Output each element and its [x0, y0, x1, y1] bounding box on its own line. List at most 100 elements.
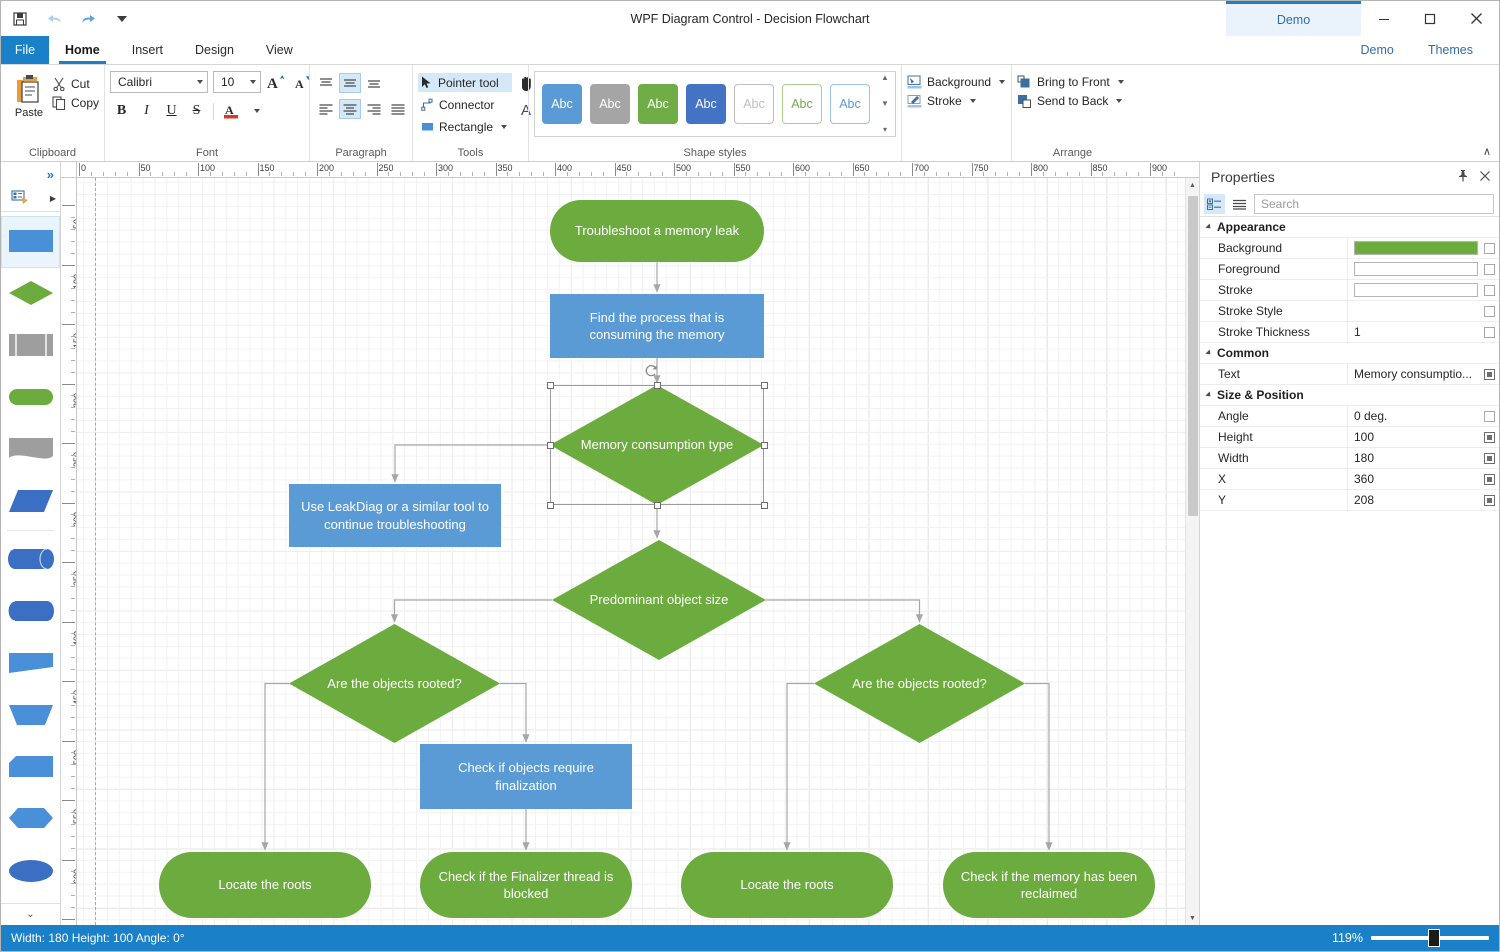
stencil-shape-direct-data[interactable] [1, 585, 60, 637]
shape-style-swatch-6[interactable]: Abc [782, 84, 822, 124]
scroll-up-icon[interactable]: ▲ [881, 74, 889, 82]
strikethrough-button[interactable]: S [185, 100, 208, 122]
property-editor-button[interactable] [1484, 431, 1495, 443]
stencil-shape-preparation[interactable] [1, 793, 60, 845]
categorized-view-icon[interactable] [1204, 194, 1225, 214]
scrollbar-track[interactable] [1186, 192, 1200, 911]
property-value[interactable]: 1 [1348, 322, 1499, 342]
property-editor-button[interactable] [1484, 284, 1495, 296]
align-center-icon[interactable] [339, 99, 361, 119]
rectangle-tool-button[interactable]: Rectangle [418, 117, 512, 136]
stencil-header-arrow[interactable]: ▶ [50, 194, 56, 203]
property-value[interactable]: 100 [1348, 427, 1499, 447]
shape-style-swatch-5[interactable]: Abc [734, 84, 774, 124]
pointer-tool-button[interactable]: Pointer tool [418, 73, 513, 92]
rotate-handle[interactable] [644, 363, 660, 379]
minimize-button[interactable] [1361, 1, 1407, 36]
zoom-slider[interactable] [1371, 929, 1489, 947]
maximize-button[interactable] [1407, 1, 1453, 36]
diagram-node-n7[interactable]: Are the objects rooted? [814, 624, 1025, 743]
diagram-node-n2[interactable]: Find the process that is consuming the m… [550, 294, 764, 358]
property-editor-button[interactable] [1484, 452, 1495, 464]
align-top-icon[interactable] [315, 73, 337, 93]
shape-gallery-scroll[interactable]: ▲ ▼ ▾ [877, 72, 893, 136]
diagram-connector[interactable] [391, 444, 550, 483]
scroll-down-icon[interactable]: ▼ [881, 100, 889, 108]
stencil-scroll-down[interactable]: ⌄ [1, 903, 60, 925]
resize-handle-1[interactable] [546, 381, 554, 389]
cut-button[interactable]: Cut [52, 77, 99, 91]
shape-style-swatch-4[interactable]: Abc [686, 84, 726, 124]
stencil-shape-terminator[interactable] [1, 372, 60, 424]
property-editor-button[interactable] [1484, 263, 1495, 275]
property-value[interactable] [1348, 301, 1499, 321]
gallery-more-icon[interactable]: ▾ [883, 126, 887, 134]
link-themes[interactable]: Themes [1428, 43, 1473, 57]
property-editor-button[interactable] [1484, 473, 1495, 485]
property-value[interactable]: 180 [1348, 448, 1499, 468]
property-category-common[interactable]: Common [1200, 343, 1499, 364]
diagram-node-n12[interactable]: Check if the memory has been reclaimed [943, 852, 1155, 918]
shape-style-swatch-3[interactable]: Abc [638, 84, 678, 124]
tab-view[interactable]: View [250, 36, 309, 64]
diagram-node-n10[interactable]: Check if the Finalizer thread is blocked [420, 852, 632, 918]
tab-insert[interactable]: Insert [116, 36, 179, 64]
diagram-node-n4[interactable]: Use LeakDiag or a similar tool to contin… [289, 484, 501, 547]
property-value[interactable] [1348, 238, 1499, 258]
paste-button[interactable]: Paste [6, 71, 52, 119]
resize-handle-8[interactable] [546, 441, 554, 449]
align-left-icon[interactable] [315, 99, 337, 119]
tab-file[interactable]: File [1, 36, 49, 64]
diagram-node-n6[interactable]: Are the objects rooted? [289, 624, 500, 743]
property-row-stroke-style[interactable]: Stroke Style [1200, 301, 1499, 322]
tab-design[interactable]: Design [179, 36, 250, 64]
property-row-width[interactable]: Width 180 [1200, 448, 1499, 469]
resize-handle-6[interactable] [653, 501, 661, 509]
italic-button[interactable]: I [135, 100, 158, 122]
shape-style-swatch-2[interactable]: Abc [590, 84, 630, 124]
property-category-appearance[interactable]: Appearance [1200, 217, 1499, 238]
property-editor-button[interactable] [1484, 242, 1495, 254]
vertical-ruler[interactable]: 50100150200250300350400450500550600650 [61, 178, 77, 925]
pin-icon[interactable] [1457, 169, 1469, 185]
property-row-background[interactable]: Background [1200, 238, 1499, 259]
align-middle-icon[interactable] [339, 73, 361, 93]
property-row-angle[interactable]: Angle 0 deg. [1200, 406, 1499, 427]
scroll-down-icon[interactable]: ▼ [1186, 911, 1200, 925]
stencil-shape-trapezoid-right[interactable] [1, 637, 60, 689]
horizontal-ruler[interactable]: 0 50 100 150 200 250 300 350 400 450 500 550 600 650 7… [77, 162, 1185, 178]
property-value[interactable]: 208 [1348, 490, 1499, 510]
property-row-text[interactable]: Text Memory consumptio... [1200, 364, 1499, 385]
property-row-y[interactable]: Y 208 [1200, 490, 1499, 511]
diagram-node-n5[interactable]: Predominant object size [552, 540, 766, 660]
resize-handle-3[interactable] [760, 381, 768, 389]
diagram-node-n11[interactable]: Locate the roots [681, 852, 893, 918]
properties-search-input[interactable]: Search [1254, 194, 1494, 214]
font-size-combo[interactable]: 10 [213, 71, 261, 93]
stencil-shape-predefined-process[interactable] [1, 320, 60, 372]
diagram-node-n1[interactable]: Troubleshoot a memory leak [550, 200, 764, 262]
diagram-connector[interactable] [390, 599, 553, 623]
shape-library-icon[interactable] [11, 189, 31, 208]
diagram-connector[interactable] [766, 599, 924, 623]
property-value[interactable]: 360 [1348, 469, 1499, 489]
diagram-canvas[interactable]: Troubleshoot a memory leak Find the proce… [77, 178, 1185, 925]
property-editor-button[interactable] [1484, 305, 1495, 317]
bring-to-front-button[interactable]: Bring to Front [1017, 75, 1124, 89]
resize-handle-5[interactable] [760, 501, 768, 509]
diagram-connector[interactable] [1025, 682, 1053, 851]
copy-button[interactable]: Copy [52, 96, 99, 110]
font-color-button[interactable]: A [219, 100, 242, 122]
diagram-node-n9[interactable]: Locate the roots [159, 852, 371, 918]
align-right-icon[interactable] [363, 99, 385, 119]
property-row-stroke-thickness[interactable]: Stroke Thickness 1 [1200, 322, 1499, 343]
customize-qat-icon[interactable] [111, 8, 133, 30]
background-button[interactable]: Background [907, 75, 1006, 89]
property-row-stroke[interactable]: Stroke [1200, 280, 1499, 301]
grow-font-icon[interactable]: A [266, 71, 288, 93]
connector-tool-button[interactable]: Connector [418, 95, 512, 114]
resize-handle-4[interactable] [760, 441, 768, 449]
diagram-connector[interactable] [500, 682, 530, 743]
underline-button[interactable]: U [160, 100, 183, 122]
property-row-height[interactable]: Height 100 [1200, 427, 1499, 448]
